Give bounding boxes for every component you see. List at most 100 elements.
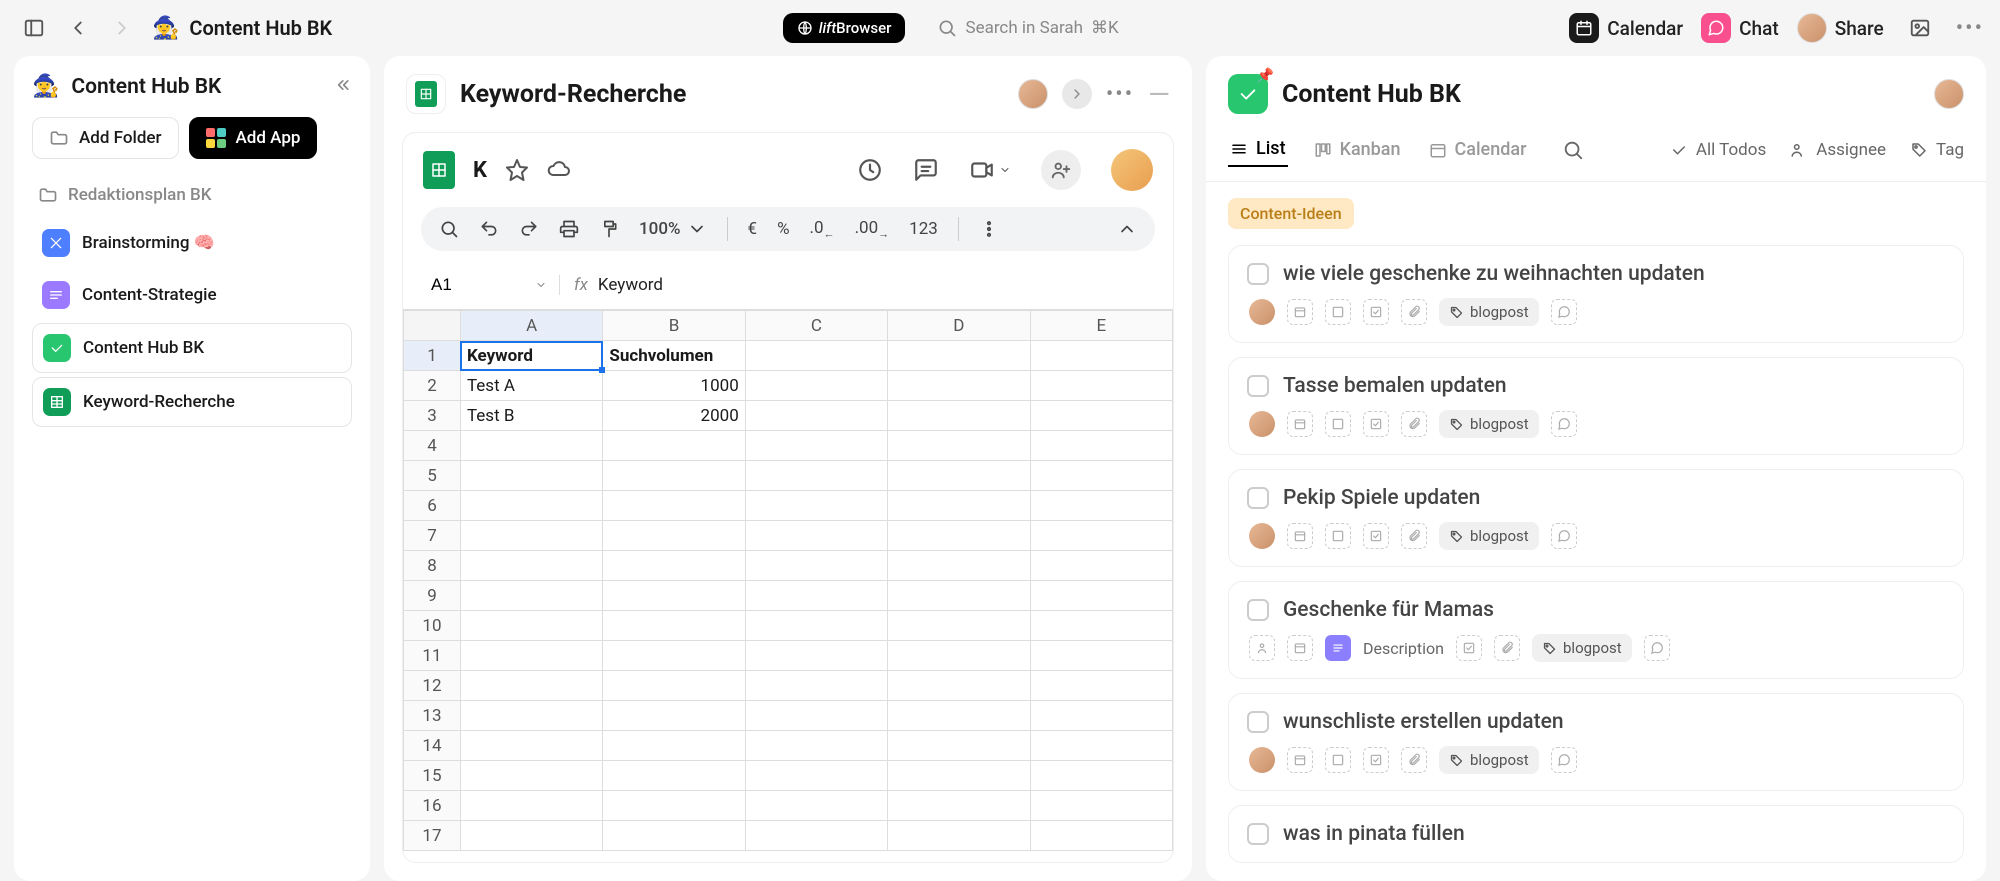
tag-chip[interactable]: blogpost bbox=[1439, 298, 1539, 326]
calendar-button[interactable]: Calendar bbox=[1569, 13, 1683, 43]
nav-forward-icon[interactable] bbox=[104, 10, 140, 46]
cell-B2[interactable]: 1000 bbox=[603, 371, 745, 401]
percent-format-button[interactable]: % bbox=[777, 219, 789, 239]
subtasks-icon[interactable] bbox=[1325, 523, 1351, 549]
history-icon[interactable] bbox=[857, 157, 883, 183]
currency-format-button[interactable]: € bbox=[748, 219, 758, 239]
search-icon[interactable] bbox=[439, 219, 459, 239]
breadcrumb[interactable]: 🧙‍♀️ Content Hub BK bbox=[152, 16, 332, 41]
date-icon[interactable] bbox=[1287, 411, 1313, 437]
assignee-placeholder-icon[interactable] bbox=[1249, 635, 1275, 661]
col-header-E[interactable]: E bbox=[1030, 311, 1172, 341]
tag-chip[interactable]: blogpost bbox=[1439, 410, 1539, 438]
comment-icon[interactable] bbox=[913, 157, 939, 183]
tab-list[interactable]: List bbox=[1228, 132, 1288, 167]
panel-minimize-icon[interactable]: — bbox=[1148, 78, 1170, 111]
task-checkbox[interactable] bbox=[1247, 263, 1269, 285]
spreadsheet-grid[interactable]: A B C D E 1 Keyword Suchvolumen 2Test A1… bbox=[403, 309, 1173, 862]
tag-chip[interactable]: blogpost bbox=[1439, 522, 1539, 550]
forward-circle-icon[interactable] bbox=[1062, 79, 1092, 109]
checklist-icon[interactable] bbox=[1456, 635, 1482, 661]
col-header-D[interactable]: D bbox=[888, 311, 1030, 341]
redo-icon[interactable] bbox=[519, 219, 539, 239]
cloud-icon[interactable] bbox=[547, 158, 571, 182]
task-checkbox[interactable] bbox=[1247, 823, 1269, 845]
lift-browser-badge[interactable]: liftBrowser bbox=[783, 13, 906, 43]
sidebar-item-content-strategie[interactable]: Content-Strategie bbox=[32, 271, 352, 319]
date-icon[interactable] bbox=[1287, 635, 1313, 661]
task-checkbox[interactable] bbox=[1247, 375, 1269, 397]
paint-format-icon[interactable] bbox=[599, 219, 619, 239]
global-search[interactable]: Search in Sarah ⌘K bbox=[937, 18, 1118, 38]
task-card[interactable]: was in pinata füllen bbox=[1228, 805, 1964, 863]
increase-decimal-button[interactable]: .00→ bbox=[855, 218, 890, 240]
col-header-B[interactable]: B bbox=[603, 311, 745, 341]
image-icon[interactable] bbox=[1902, 10, 1938, 46]
checklist-icon[interactable] bbox=[1363, 747, 1389, 773]
formula-bar-value[interactable]: Keyword bbox=[598, 275, 663, 295]
task-card[interactable]: Tasse bemalen updatenblogpost bbox=[1228, 357, 1964, 455]
more-vertical-icon[interactable] bbox=[979, 219, 999, 239]
date-icon[interactable] bbox=[1287, 747, 1313, 773]
sidebar-section-header[interactable]: Redaktionsplan BK bbox=[32, 181, 352, 209]
print-icon[interactable] bbox=[559, 219, 579, 239]
subtasks-icon[interactable] bbox=[1325, 747, 1351, 773]
attachment-icon[interactable] bbox=[1401, 411, 1427, 437]
tag-chip[interactable]: blogpost bbox=[1439, 746, 1539, 774]
description-icon[interactable] bbox=[1325, 635, 1351, 661]
task-card[interactable]: Pekip Spiele updatenblogpost bbox=[1228, 469, 1964, 567]
more-menu-icon[interactable]: ••• bbox=[1956, 16, 1984, 41]
share-button[interactable]: Share bbox=[1797, 13, 1884, 43]
checklist-icon[interactable] bbox=[1363, 299, 1389, 325]
add-app-button[interactable]: Add App bbox=[189, 117, 318, 159]
select-all-corner[interactable] bbox=[404, 311, 461, 341]
comments-icon[interactable] bbox=[1551, 299, 1577, 325]
filter-all-todos[interactable]: All Todos bbox=[1670, 140, 1766, 160]
cell-B3[interactable]: 2000 bbox=[603, 401, 745, 431]
owner-avatar[interactable] bbox=[1111, 149, 1153, 191]
chevron-down-icon[interactable] bbox=[535, 279, 547, 291]
collaborator-avatar[interactable] bbox=[1018, 79, 1048, 109]
checklist-icon[interactable] bbox=[1363, 523, 1389, 549]
assignee-avatar[interactable] bbox=[1249, 523, 1275, 549]
cell-A2[interactable]: Test A bbox=[460, 371, 602, 401]
attachment-icon[interactable] bbox=[1401, 747, 1427, 773]
date-icon[interactable] bbox=[1287, 523, 1313, 549]
filter-tag[interactable]: Tag bbox=[1910, 140, 1964, 160]
group-label[interactable]: Content-Ideen bbox=[1228, 198, 1354, 229]
sidebar-collapse-icon[interactable] bbox=[332, 75, 352, 99]
tab-calendar[interactable]: Calendar bbox=[1427, 133, 1529, 166]
date-icon[interactable] bbox=[1287, 299, 1313, 325]
assignee-avatar[interactable] bbox=[1249, 299, 1275, 325]
tag-chip[interactable]: blogpost bbox=[1532, 634, 1632, 662]
attachment-icon[interactable] bbox=[1401, 523, 1427, 549]
task-card[interactable]: Geschenke für MamasDescriptionblogpost bbox=[1228, 581, 1964, 679]
cell-A3[interactable]: Test B bbox=[460, 401, 602, 431]
video-call-icon[interactable] bbox=[969, 157, 1011, 183]
star-icon[interactable] bbox=[505, 158, 529, 182]
undo-icon[interactable] bbox=[479, 219, 499, 239]
nav-back-icon[interactable] bbox=[60, 10, 96, 46]
comments-icon[interactable] bbox=[1551, 747, 1577, 773]
assignee-avatar[interactable] bbox=[1249, 747, 1275, 773]
panel-more-icon[interactable]: ••• bbox=[1106, 82, 1134, 107]
attachment-icon[interactable] bbox=[1401, 299, 1427, 325]
comments-icon[interactable] bbox=[1644, 635, 1670, 661]
collapse-toolbar-icon[interactable] bbox=[1117, 219, 1137, 239]
subtasks-icon[interactable] bbox=[1325, 411, 1351, 437]
sidebar-item-brainstorming[interactable]: Brainstorming 🧠 bbox=[32, 219, 352, 267]
cell-reference-input[interactable] bbox=[423, 271, 523, 299]
share-people-icon[interactable] bbox=[1041, 150, 1081, 190]
assignee-avatar[interactable] bbox=[1249, 411, 1275, 437]
subtasks-icon[interactable] bbox=[1325, 299, 1351, 325]
col-header-A[interactable]: A bbox=[460, 311, 602, 341]
add-folder-button[interactable]: Add Folder bbox=[32, 117, 179, 159]
task-checkbox[interactable] bbox=[1247, 711, 1269, 733]
sidebar-item-content-hub[interactable]: Content Hub BK bbox=[32, 323, 352, 373]
decrease-decimal-button[interactable]: .0← bbox=[810, 218, 835, 240]
checklist-icon[interactable] bbox=[1363, 411, 1389, 437]
cell-A1[interactable]: Keyword bbox=[460, 341, 602, 371]
search-tasks-icon[interactable] bbox=[1562, 139, 1584, 161]
task-card[interactable]: wunschliste erstellen updatenblogpost bbox=[1228, 693, 1964, 791]
row-header[interactable]: 1 bbox=[404, 341, 461, 371]
